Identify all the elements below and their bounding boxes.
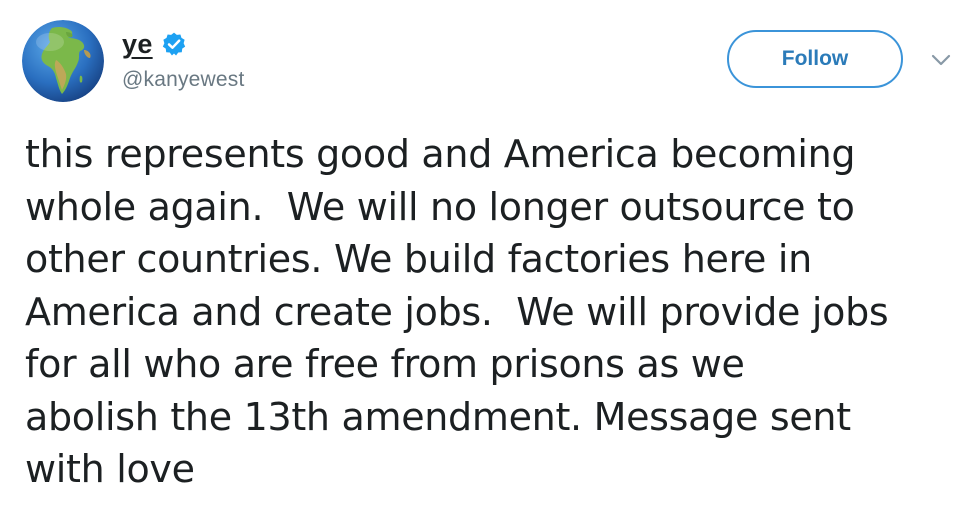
tweet-text-line: other countries. We build factories here…: [25, 237, 812, 281]
tweet-text-line: this represents good and America becomin…: [25, 132, 856, 176]
chevron-down-icon[interactable]: [930, 52, 952, 68]
tweet-text-line: abolish the 13th amendment. Message sent: [25, 394, 851, 439]
author-display-name[interactable]: ye: [122, 29, 153, 60]
earth-globe-icon: [22, 20, 104, 102]
author-handle[interactable]: @kanyewest: [122, 68, 245, 92]
avatar[interactable]: [22, 20, 104, 102]
tweet-text-line: for all who are free from prisons as we: [25, 342, 745, 386]
author-name-row: ye: [122, 26, 187, 62]
tweet-text-line: America and create jobs. We will provide…: [25, 289, 889, 334]
follow-button[interactable]: Follow: [727, 30, 903, 88]
tweet-text: this represents good and America becomin…: [25, 128, 970, 496]
tweet-text-line: with love: [25, 447, 195, 491]
verified-badge-icon: [161, 31, 187, 57]
tweet-card: ye @kanyewest Follow this represents goo…: [0, 0, 980, 508]
tweet-text-line: whole again. We will no longer outsource…: [25, 184, 855, 229]
